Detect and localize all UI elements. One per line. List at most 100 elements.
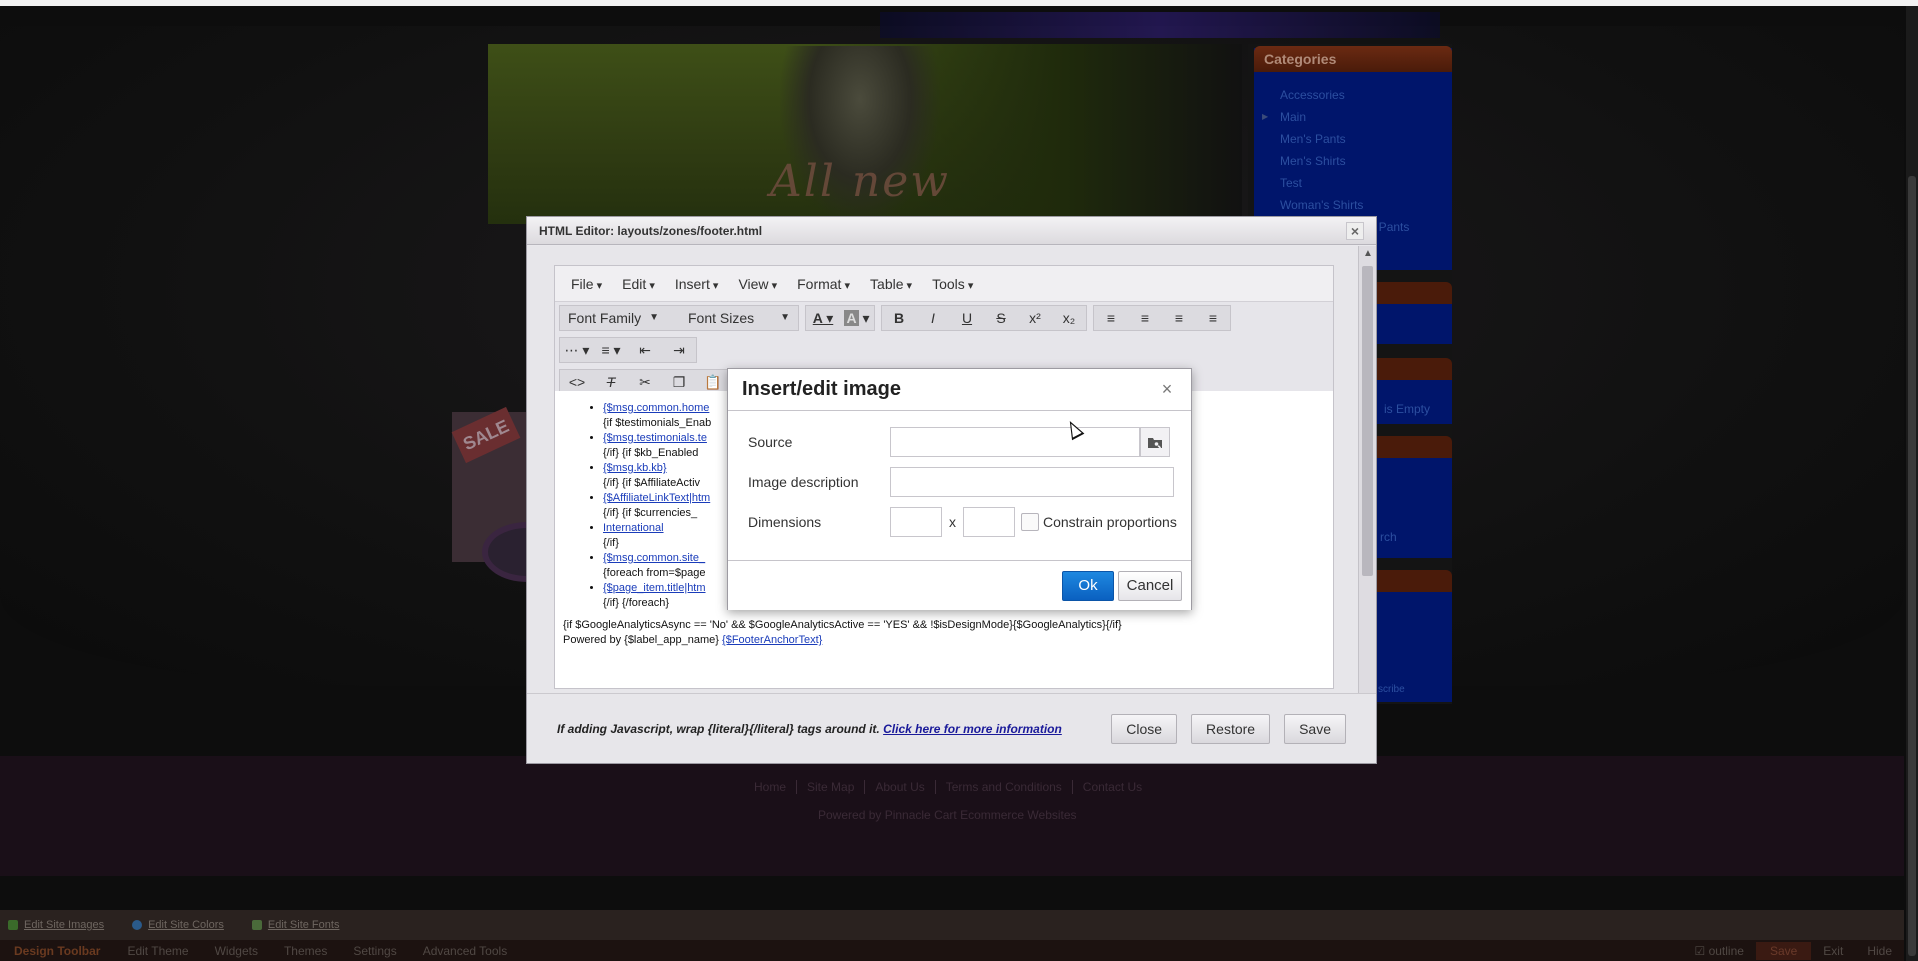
footer-link[interactable]: Home bbox=[744, 780, 798, 794]
design-nav-settings[interactable]: Settings bbox=[340, 944, 409, 958]
edit-site-colors-link[interactable]: Edit Site Colors bbox=[132, 919, 224, 931]
font-family-select[interactable]: Font Family ▼ bbox=[560, 306, 680, 330]
text-color-icon[interactable]: A ▾ bbox=[806, 306, 840, 330]
align-justify-icon[interactable]: ≡ bbox=[1196, 306, 1230, 330]
menu-edit[interactable]: Edit bbox=[612, 266, 665, 302]
chevron-down-icon: ▼ bbox=[780, 312, 790, 323]
italic-icon[interactable]: I bbox=[916, 306, 950, 330]
width-input[interactable] bbox=[890, 507, 942, 537]
scroll-up-icon[interactable]: ▲ bbox=[1359, 246, 1377, 262]
source-row: Source bbox=[748, 427, 1170, 457]
numbered-list-icon[interactable]: ≡ ▾ bbox=[594, 338, 628, 362]
template-link[interactable]: {$msg.kb.kb} bbox=[603, 462, 667, 474]
dimension-separator: x bbox=[949, 514, 956, 530]
design-nav-advanced-tools[interactable]: Advanced Tools bbox=[410, 944, 521, 958]
source-input[interactable] bbox=[890, 427, 1140, 457]
browse-image-icon[interactable] bbox=[1140, 427, 1170, 457]
menu-insert[interactable]: Insert bbox=[665, 266, 729, 302]
dimensions-label: Dimensions bbox=[748, 514, 822, 530]
footer-link[interactable]: Contact Us bbox=[1073, 780, 1152, 794]
image-description-input[interactable] bbox=[890, 467, 1174, 497]
underline-icon[interactable]: U bbox=[950, 306, 984, 330]
analytics-code-line: {if $GoogleAnalyticsAsync == 'No' && $Go… bbox=[563, 619, 1122, 631]
folder-search-icon bbox=[1148, 437, 1162, 449]
restore-button[interactable]: Restore bbox=[1191, 713, 1271, 744]
html-editor-title: HTML Editor: layouts/zones/footer.html bbox=[539, 223, 763, 238]
toolbar-row: Font Family ▼ Font Sizes ▼ A ▾ A ▾ B I U S… bbox=[555, 302, 1333, 334]
align-right-icon[interactable]: ≡ bbox=[1162, 306, 1196, 330]
page-scrollbar[interactable] bbox=[1906, 6, 1918, 961]
footer-powered-by: Powered by Pinnacle Cart Ecommerce Websi… bbox=[818, 808, 1077, 822]
insert-image-dialog: Insert/edit image × Source Image descrip… bbox=[727, 368, 1192, 610]
design-nav-edit-theme[interactable]: Edit Theme bbox=[114, 944, 201, 958]
list-group: ⋯ ▾ ≡ ▾ ⇤ ⇥ bbox=[559, 337, 697, 363]
html-editor-footer: If adding Javascript, wrap {literal}{/li… bbox=[527, 693, 1376, 763]
more-info-link[interactable]: Click here for more information bbox=[883, 722, 1062, 736]
category-item[interactable]: Test bbox=[1270, 172, 1409, 194]
design-hide-button[interactable]: Hide bbox=[1855, 944, 1904, 958]
template-link[interactable]: {$msg.testimonials.te bbox=[603, 432, 707, 444]
design-exit-button[interactable]: Exit bbox=[1811, 944, 1855, 958]
menu-tools[interactable]: Tools bbox=[922, 266, 983, 302]
sale-tag: SALE bbox=[451, 406, 521, 464]
design-save-button[interactable]: Save bbox=[1755, 941, 1812, 960]
editor-scrollbar[interactable]: ▲ ▼ bbox=[1358, 246, 1376, 712]
menu-format[interactable]: Format bbox=[787, 266, 860, 302]
cart-empty-text: is Empty bbox=[1370, 380, 1452, 424]
close-icon[interactable]: × bbox=[1346, 221, 1364, 240]
sidebar-box bbox=[1370, 304, 1452, 344]
design-nav-widgets[interactable]: Widgets bbox=[202, 944, 271, 958]
cancel-button[interactable]: Cancel bbox=[1118, 571, 1182, 601]
save-button[interactable]: Save bbox=[1284, 713, 1346, 744]
edit-site-images-link[interactable]: Edit Site Images bbox=[8, 919, 104, 931]
footer-anchor-link[interactable]: {$FooterAnchorText} bbox=[722, 634, 822, 646]
source-label: Source bbox=[748, 434, 793, 450]
category-item[interactable]: Men's Pants bbox=[1270, 128, 1409, 150]
outline-toggle[interactable]: ☑ outline bbox=[1682, 944, 1755, 958]
bold-icon[interactable]: B bbox=[882, 306, 916, 330]
menu-table[interactable]: Table bbox=[860, 266, 922, 302]
template-link[interactable]: {$page_item.title|htm bbox=[603, 582, 706, 594]
footer-link[interactable]: Terms and Conditions bbox=[936, 780, 1073, 794]
html-editor-titlebar[interactable]: HTML Editor: layouts/zones/footer.html × bbox=[527, 217, 1376, 245]
design-nav-themes[interactable]: Themes bbox=[271, 944, 340, 958]
close-icon[interactable]: × bbox=[1157, 379, 1177, 400]
footer-link[interactable]: About Us bbox=[865, 780, 936, 794]
close-button[interactable]: Close bbox=[1111, 713, 1178, 744]
superscript-icon[interactable]: x² bbox=[1018, 306, 1052, 330]
search-sidebar-fragment: rch bbox=[1370, 458, 1452, 558]
strikethrough-icon[interactable]: S bbox=[984, 306, 1018, 330]
category-item[interactable]: Accessories bbox=[1270, 84, 1409, 106]
template-link[interactable]: {$msg.common.site_ bbox=[603, 552, 705, 564]
height-input[interactable] bbox=[963, 507, 1015, 537]
powered-by-line: Powered by {$label_app_name} {$FooterAnc… bbox=[563, 633, 1333, 648]
align-left-icon[interactable]: ≡ bbox=[1094, 306, 1128, 330]
category-item[interactable]: Woman's Shirts bbox=[1270, 194, 1409, 216]
template-link[interactable]: {$msg.common.home bbox=[603, 402, 709, 414]
dialog-footer: Ok Cancel bbox=[728, 560, 1191, 610]
edit-site-colors-label: Edit Site Colors bbox=[148, 919, 224, 931]
page-scrollbar-thumb[interactable] bbox=[1908, 176, 1916, 956]
edit-site-images-label: Edit Site Images bbox=[24, 919, 105, 931]
design-toolbar: Design Toolbar Edit Theme Widgets Themes… bbox=[0, 940, 1904, 961]
editor-scrollbar-thumb[interactable] bbox=[1362, 266, 1373, 576]
outdent-icon[interactable]: ⇤ bbox=[628, 338, 662, 362]
bullet-list-icon[interactable]: ⋯ ▾ bbox=[560, 338, 594, 362]
template-link[interactable]: International bbox=[603, 522, 664, 534]
font-sizes-select[interactable]: Font Sizes ▼ bbox=[680, 306, 798, 330]
align-center-icon[interactable]: ≡ bbox=[1128, 306, 1162, 330]
constrain-proportions-checkbox[interactable] bbox=[1021, 513, 1039, 531]
indent-icon[interactable]: ⇥ bbox=[662, 338, 696, 362]
footer-link[interactable]: Site Map bbox=[797, 780, 866, 794]
dialog-header: Insert/edit image × bbox=[728, 369, 1191, 411]
category-item[interactable]: Men's Shirts bbox=[1270, 150, 1409, 172]
subscript-icon[interactable]: x₂ bbox=[1052, 306, 1086, 330]
ok-button[interactable]: Ok bbox=[1062, 571, 1114, 601]
background-color-icon[interactable]: A ▾ bbox=[840, 306, 874, 330]
menu-view[interactable]: View bbox=[728, 266, 787, 302]
template-link[interactable]: {$AffiliateLinkText|htm bbox=[603, 492, 710, 504]
category-item[interactable]: Main bbox=[1262, 106, 1409, 128]
edit-site-fonts-link[interactable]: Edit Site Fonts bbox=[251, 919, 339, 931]
font-sizes-label: Font Sizes bbox=[688, 310, 755, 326]
menu-file[interactable]: File bbox=[561, 266, 612, 302]
